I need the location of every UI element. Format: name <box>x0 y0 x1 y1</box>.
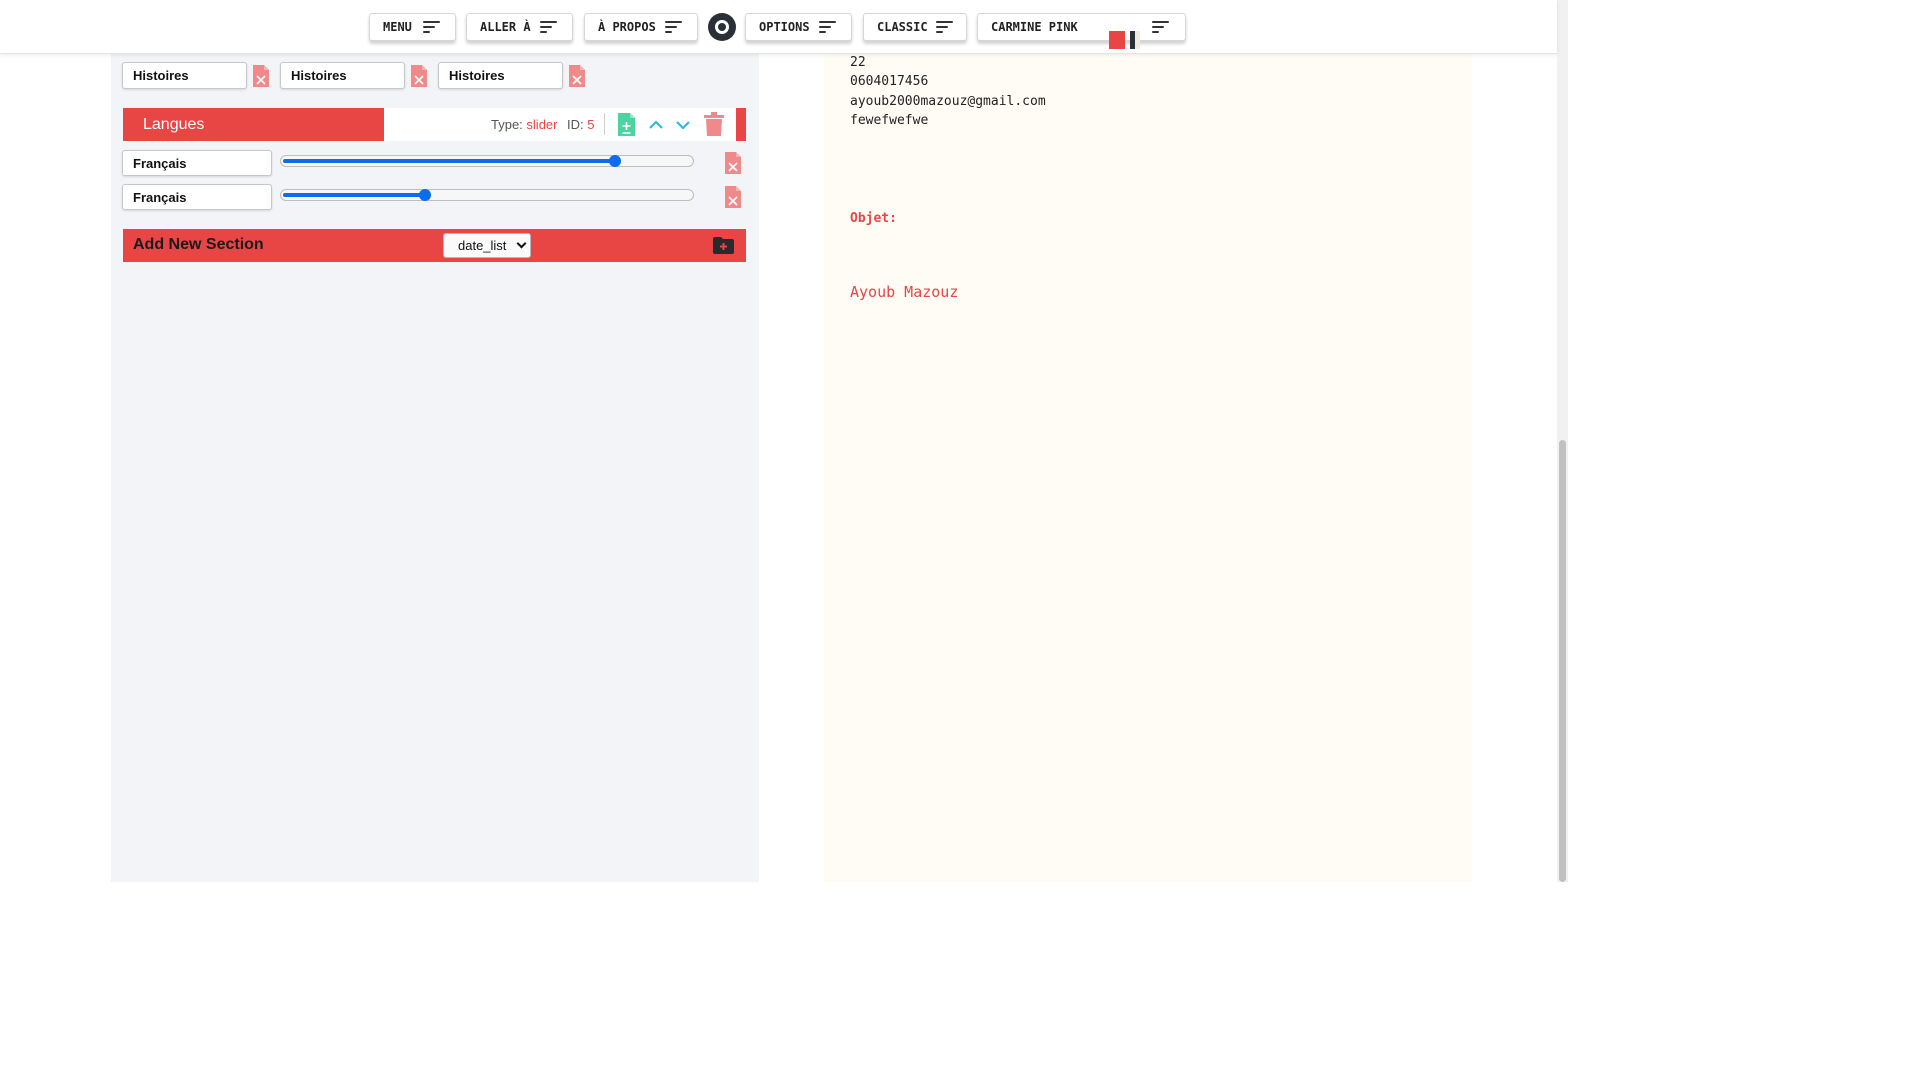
sort-icon <box>936 21 953 33</box>
delete-file-icon[interactable] <box>724 151 742 175</box>
section-header: Langues Type: slider ID: 5 <box>123 108 746 141</box>
sort-icon <box>665 21 682 33</box>
options-button[interactable]: OPTIONS <box>745 13 852 41</box>
trash-icon[interactable] <box>703 112 725 137</box>
options-button-label: OPTIONS <box>759 20 810 34</box>
language-level-slider[interactable] <box>280 189 694 201</box>
divider <box>604 113 605 135</box>
section-type: Type: slider <box>491 117 558 132</box>
theme-button[interactable]: CARMINE PINK <box>977 13 1186 49</box>
top-toolbar: MENU ALLER À À PROPOS OPTIONS CLASSIC CA… <box>0 0 1557 54</box>
section-type-select-value: date_list <box>458 238 507 253</box>
chevron-up-icon[interactable] <box>648 117 664 131</box>
menu-button[interactable]: MENU <box>369 13 456 41</box>
slider-fill <box>283 193 428 197</box>
section-id-label: ID: <box>567 117 584 132</box>
theme-button-label: CARMINE PINK <box>991 20 1078 34</box>
section-type-value: slider <box>526 117 558 132</box>
delete-file-icon[interactable] <box>724 185 742 209</box>
section-id-value: 5 <box>587 117 595 132</box>
preview-signature: Ayoub Mazouz <box>850 283 959 301</box>
section-title[interactable]: Langues <box>123 108 384 141</box>
item-input[interactable]: Histoires <box>122 62 247 89</box>
chevron-down-icon[interactable] <box>675 117 691 131</box>
language-input[interactable]: Français <box>122 184 272 210</box>
item-input[interactable]: Histoires <box>280 62 405 89</box>
preview-address: fewefwefwe <box>850 113 929 128</box>
page-scrollbar[interactable] <box>1557 0 1568 882</box>
chevron-down-icon <box>516 238 527 249</box>
delete-file-icon[interactable] <box>568 64 586 88</box>
add-section-button[interactable] <box>713 237 734 254</box>
add-item-icon[interactable] <box>617 112 636 137</box>
language-level-slider[interactable] <box>280 155 694 167</box>
section-id: ID: 5 <box>567 117 594 132</box>
slider-thumb[interactable] <box>419 189 432 201</box>
editor-panel: Histoires Histoires Histoires Langues Ty… <box>111 54 759 882</box>
sort-icon <box>819 21 836 33</box>
about-button[interactable]: À PROPOS <box>584 13 698 41</box>
scrollbar-thumb[interactable] <box>1559 440 1566 882</box>
preview-phone: 0604017456 <box>850 74 929 89</box>
add-section-bar: Add New Section date_list <box>123 229 746 262</box>
about-button-label: À PROPOS <box>598 20 656 34</box>
section-drag-handle[interactable] <box>736 108 746 141</box>
theme-swatch-light <box>1135 31 1140 49</box>
add-section-title: Add New Section <box>133 236 264 253</box>
goto-button-label: ALLER À <box>480 20 531 34</box>
sort-icon <box>1152 21 1169 33</box>
preview-panel: 22 0604017456 ayoub2000mazouz@gmail.com … <box>824 54 1472 882</box>
section-type-label: Type: <box>491 117 523 132</box>
section-type-select[interactable]: date_list <box>443 233 531 258</box>
delete-file-icon[interactable] <box>410 64 428 88</box>
slider-fill <box>283 159 617 163</box>
language-input[interactable]: Français <box>122 150 272 176</box>
preview-email: ayoub2000mazouz@gmail.com <box>850 94 1046 109</box>
sort-icon <box>540 21 557 33</box>
sort-icon <box>423 21 440 33</box>
preview-age: 22 <box>850 55 866 70</box>
slider-thumb[interactable] <box>608 155 621 167</box>
item-input[interactable]: Histoires <box>438 62 563 89</box>
menu-button-label: MENU <box>383 20 412 34</box>
goto-button[interactable]: ALLER À <box>466 13 573 41</box>
delete-file-icon[interactable] <box>252 64 270 88</box>
dark-mode-toggle-icon[interactable] <box>708 13 736 41</box>
preview-object-label: Objet: <box>850 211 897 226</box>
theme-swatch-primary <box>1109 31 1125 49</box>
template-button[interactable]: CLASSIC <box>863 13 967 41</box>
template-button-label: CLASSIC <box>877 20 928 34</box>
